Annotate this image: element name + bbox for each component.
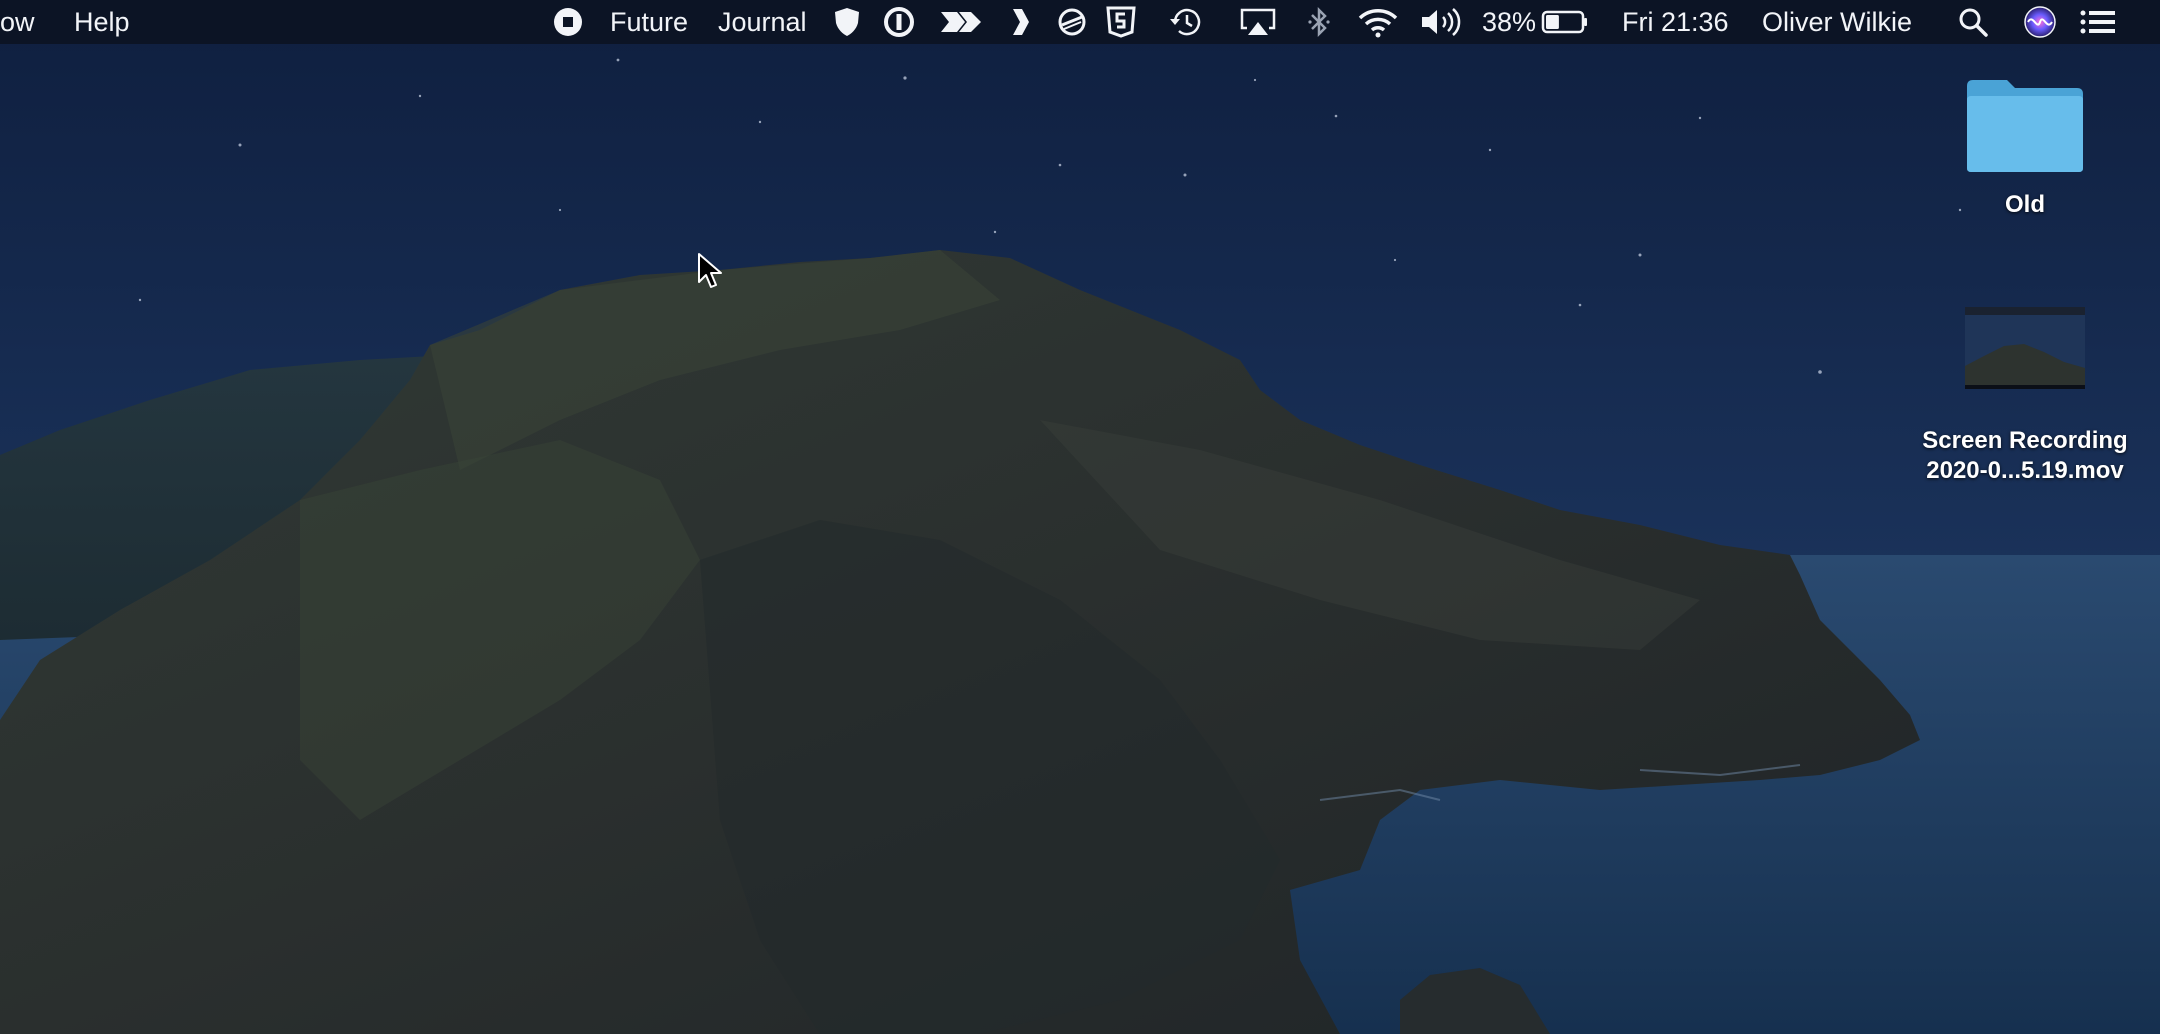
siri-icon[interactable] — [2022, 4, 2058, 40]
one-password-icon[interactable] — [882, 4, 916, 40]
stop-record-icon[interactable] — [552, 4, 584, 40]
wifi-icon[interactable] — [1356, 4, 1400, 40]
file-label-line2: 2020-0...5.19.mov — [1926, 457, 2124, 484]
lines-circle-icon[interactable] — [1056, 4, 1088, 40]
file-label-line1: Screen Recording — [1922, 427, 2128, 454]
menu-window[interactable]: ow — [0, 0, 35, 44]
user-name-menu[interactable]: Oliver Wilkie — [1762, 0, 1912, 44]
battery-icon[interactable] — [1540, 4, 1590, 40]
desktop-folder-old[interactable]: Old — [1940, 76, 2110, 220]
time-machine-icon[interactable] — [1166, 4, 1202, 40]
airplay-icon[interactable] — [1238, 4, 1278, 40]
desktop-wallpaper — [0, 0, 2160, 1034]
video-thumbnail-icon — [1965, 307, 2085, 389]
chevron-right-icon[interactable] — [1008, 4, 1032, 40]
battery-percentage[interactable]: 38% — [1482, 0, 1536, 44]
spotlight-search-icon[interactable] — [1956, 4, 1990, 40]
menu-clock[interactable]: Fri 21:36 — [1622, 0, 1729, 44]
bluetooth-icon[interactable] — [1306, 4, 1332, 40]
menu-journal[interactable]: Journal — [718, 0, 807, 44]
desktop-file-screen-recording[interactable]: Screen Recording 2020-0...5.19.mov — [1910, 306, 2140, 486]
folder-icon — [1967, 80, 2083, 172]
shield-icon[interactable] — [832, 4, 862, 40]
menu-bar: ow Help Future Journal 38% Fri 21:36 Oli… — [0, 0, 2160, 44]
menu-future[interactable]: Future — [610, 0, 688, 44]
menu-help[interactable]: Help — [74, 0, 130, 44]
html5-badge-icon[interactable] — [1104, 4, 1138, 40]
fast-forward-arrow-icon[interactable] — [938, 4, 984, 40]
notification-center-icon[interactable] — [2078, 4, 2118, 40]
folder-label: Old — [2005, 191, 2045, 218]
volume-icon[interactable] — [1418, 4, 1462, 40]
mouse-cursor-icon — [698, 253, 722, 288]
